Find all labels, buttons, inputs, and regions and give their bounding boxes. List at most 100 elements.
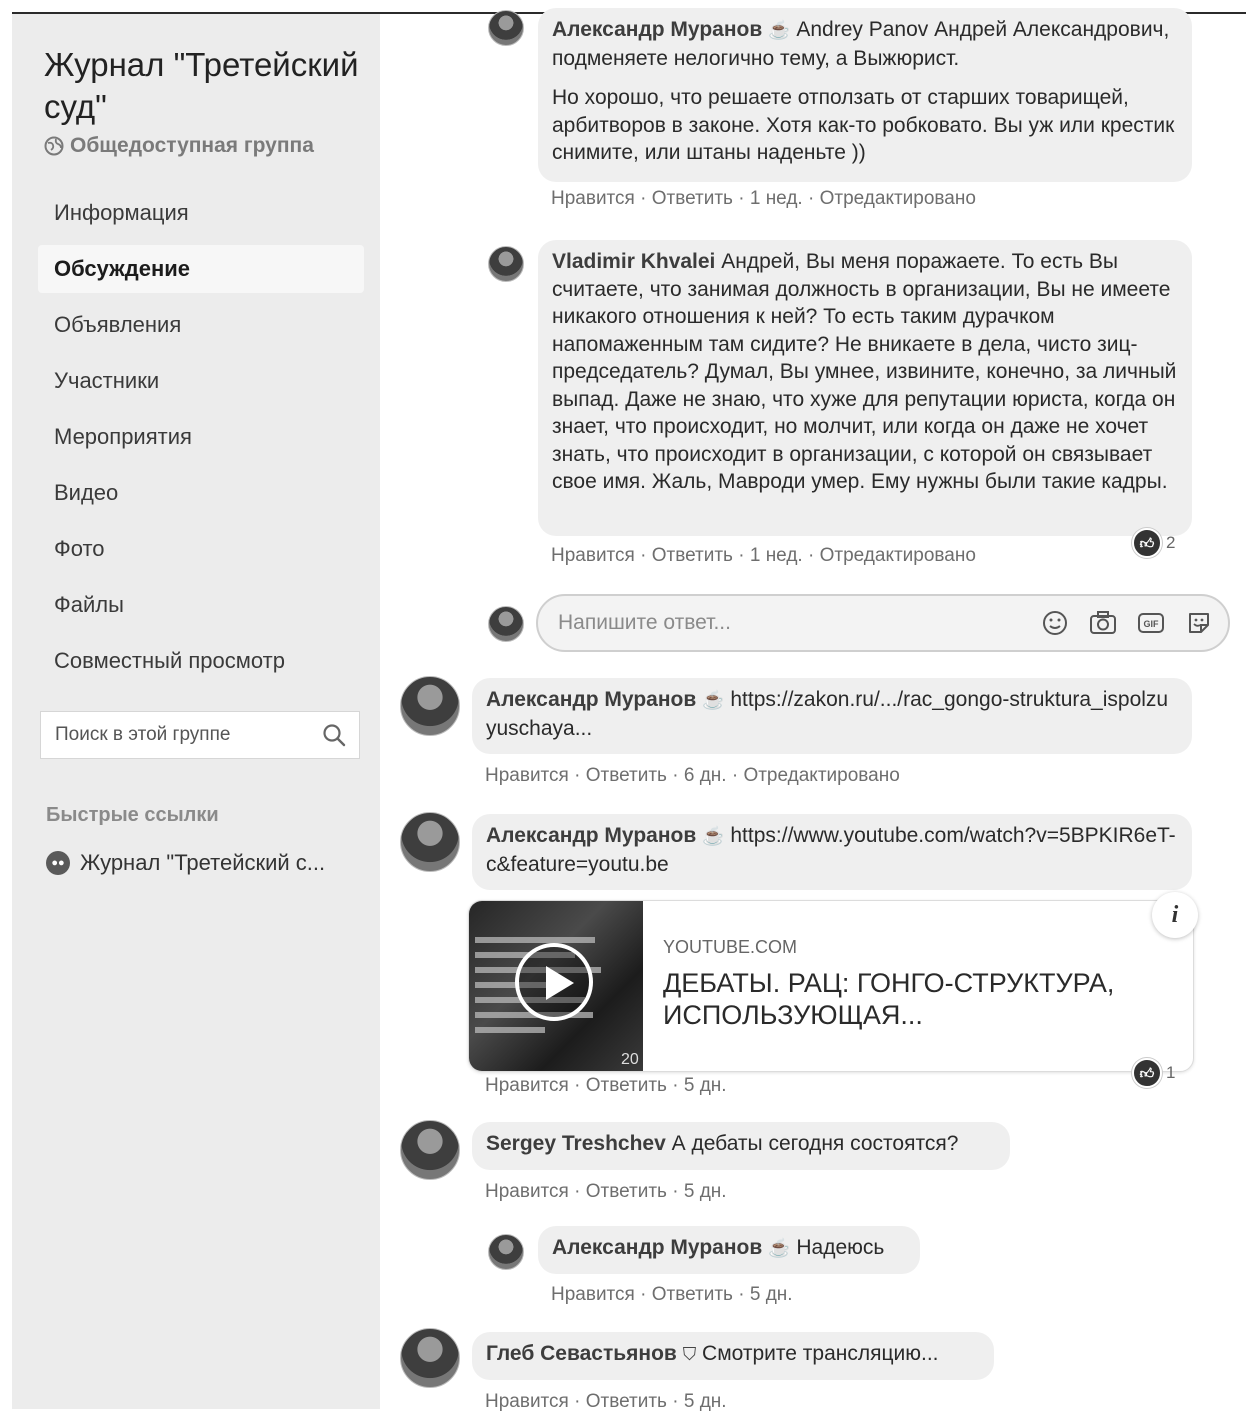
comment-time[interactable]: 1 нед. <box>750 545 803 566</box>
nav-item-events[interactable]: Мероприятия <box>38 413 364 461</box>
avatar[interactable] <box>488 1234 524 1270</box>
nav-label: Мероприятия <box>54 424 192 449</box>
nav-item-files[interactable]: Файлы <box>38 581 364 629</box>
gif-icon[interactable]: GIF <box>1136 608 1166 638</box>
preview-domain: YOUTUBE.COM <box>663 937 798 957</box>
comment-time[interactable]: 5 дн. <box>684 1075 727 1096</box>
nav-label: Участники <box>54 368 160 393</box>
comment-author[interactable]: Александр Муранов <box>486 824 696 847</box>
comment-author[interactable]: Александр Муранов <box>552 18 762 41</box>
group-title[interactable]: Журнал "Третейский суд" <box>44 44 364 128</box>
separator: · <box>807 545 815 566</box>
reply-button[interactable]: Ответить <box>652 1284 733 1305</box>
edited-label[interactable]: Отредактировано <box>743 765 899 786</box>
avatar[interactable] <box>488 10 524 46</box>
reaction-count[interactable]: 👍︎ 2 <box>1132 528 1175 558</box>
separator: · <box>731 765 739 786</box>
nav-item-members[interactable]: Участники <box>38 357 364 405</box>
privacy-label: Общедоступная группа <box>70 134 314 157</box>
comment-time[interactable]: 1 нед. <box>750 188 803 209</box>
nav-label: Объявления <box>54 312 182 337</box>
edited-label[interactable]: Отредактировано <box>820 545 976 566</box>
reply-button[interactable]: Ответить <box>586 1075 667 1096</box>
group-search <box>40 711 360 759</box>
avatar[interactable] <box>400 1120 460 1180</box>
separator: · <box>807 188 815 209</box>
separator: · <box>574 765 581 786</box>
reply-input[interactable] <box>556 610 1022 636</box>
play-icon[interactable] <box>515 943 593 1021</box>
comment-author[interactable]: Александр Муранов <box>486 688 696 711</box>
edited-label[interactable]: Отредактировано <box>820 188 976 209</box>
comment-time[interactable]: 5 дн. <box>750 1284 793 1305</box>
comment-author[interactable]: Глеб Севастьянов <box>486 1342 677 1365</box>
like-button[interactable]: Нравится <box>551 1284 635 1305</box>
separator: · <box>640 1284 647 1305</box>
coffee-cup-icon: ☕ <box>768 1238 791 1258</box>
comment-bubble: Sergey Treshchev А дебаты сегодня состоя… <box>472 1122 1010 1170</box>
separator: · <box>738 188 745 209</box>
nav-item-photos[interactable]: Фото <box>38 525 364 573</box>
like-button[interactable]: Нравится <box>551 188 635 209</box>
video-thumbnail[interactable]: 20 <box>469 901 643 1071</box>
reply-composer: GIF <box>536 594 1230 652</box>
separator: · <box>574 1075 581 1096</box>
group-nav: Информация Обсуждение Объявления Участни… <box>38 189 364 693</box>
reaction-count[interactable]: 👍︎ 1 <box>1132 1058 1175 1088</box>
avatar[interactable] <box>488 246 524 282</box>
globe-icon <box>44 136 64 156</box>
avatar[interactable] <box>400 1328 460 1388</box>
comment-author[interactable]: Александр Муранов <box>552 1236 762 1259</box>
preview-title[interactable]: ДЕБАТЫ. РАЦ: ГОНГО-СТРУКТУРА, ИСПОЛЬЗУЮЩ… <box>663 967 1163 1031</box>
comment-actions: Нравится · Ответить · 5 дн. <box>485 1181 727 1203</box>
reply-button[interactable]: Ответить <box>652 188 733 209</box>
like-button[interactable]: Нравится <box>485 1181 569 1202</box>
like-button[interactable]: Нравится <box>485 765 569 786</box>
like-reaction-icon: 👍︎ <box>1132 1058 1162 1088</box>
coffee-cup-icon: ☕ <box>768 20 791 40</box>
shield-badge-icon: ⛉ <box>682 1344 697 1364</box>
nav-item-discussion[interactable]: Обсуждение <box>38 245 364 293</box>
comment-actions: Нравится · Ответить · 6 дн. · Отредактир… <box>485 765 900 787</box>
comment-bubble: Александр Муранов ☕ Надеюсь <box>538 1226 920 1274</box>
comment-time[interactable]: 6 дн. <box>684 765 727 786</box>
separator: · <box>640 545 647 566</box>
nav-item-watch-party[interactable]: Совместный просмотр <box>38 637 364 685</box>
emoji-icon[interactable] <box>1040 608 1070 638</box>
separator: · <box>672 1075 679 1096</box>
group-privacy: Общедоступная группа <box>44 134 314 158</box>
comment-author[interactable]: Vladimir Khvalei <box>552 250 715 273</box>
avatar[interactable] <box>400 812 460 872</box>
nav-item-info[interactable]: Информация <box>38 189 364 237</box>
quick-link-label: Журнал "Третейский с... <box>80 850 326 875</box>
coffee-cup-icon: ☕ <box>702 826 725 846</box>
link-preview-card[interactable]: 20 YOUTUBE.COM ДЕБАТЫ. РАЦ: ГОНГО-СТРУКТ… <box>468 900 1194 1072</box>
sticker-icon[interactable] <box>1184 608 1214 638</box>
quick-link-group[interactable]: ●● Журнал "Третейский с... <box>46 850 356 876</box>
coffee-cup-icon: ☕ <box>702 690 725 710</box>
camera-icon[interactable] <box>1088 608 1118 638</box>
nav-label: Информация <box>54 200 189 225</box>
like-button[interactable]: Нравится <box>485 1075 569 1096</box>
separator: · <box>574 1181 581 1202</box>
quick-links-title: Быстрые ссылки <box>46 804 219 826</box>
nav-item-announcements[interactable]: Объявления <box>38 301 364 349</box>
avatar[interactable] <box>400 676 460 736</box>
info-icon[interactable]: i <box>1152 892 1198 938</box>
reply-button[interactable]: Ответить <box>586 765 667 786</box>
reply-button[interactable]: Ответить <box>652 545 733 566</box>
search-icon[interactable] <box>321 722 347 748</box>
nav-item-videos[interactable]: Видео <box>38 469 364 517</box>
comment-time[interactable]: 5 дн. <box>684 1181 727 1202</box>
comment-bubble: Александр Муранов ☕ https://zakon.ru/...… <box>472 678 1192 754</box>
nav-label: Совместный просмотр <box>54 648 285 673</box>
reply-button[interactable]: Ответить <box>586 1181 667 1202</box>
comment-text: Но хорошо, что решаете отползать от стар… <box>552 86 1175 164</box>
comment-text: А дебаты сегодня состоятся? <box>671 1132 959 1155</box>
comment-actions: Нравится · Ответить · 5 дн. <box>485 1075 727 1097</box>
comment-author[interactable]: Sergey Treshchev <box>486 1132 666 1155</box>
group-search-input[interactable] <box>53 723 297 747</box>
comment-actions: Нравится · Ответить · 1 нед. · Отредакти… <box>551 188 976 210</box>
separator: · <box>738 1284 745 1305</box>
like-button[interactable]: Нравится <box>551 545 635 566</box>
